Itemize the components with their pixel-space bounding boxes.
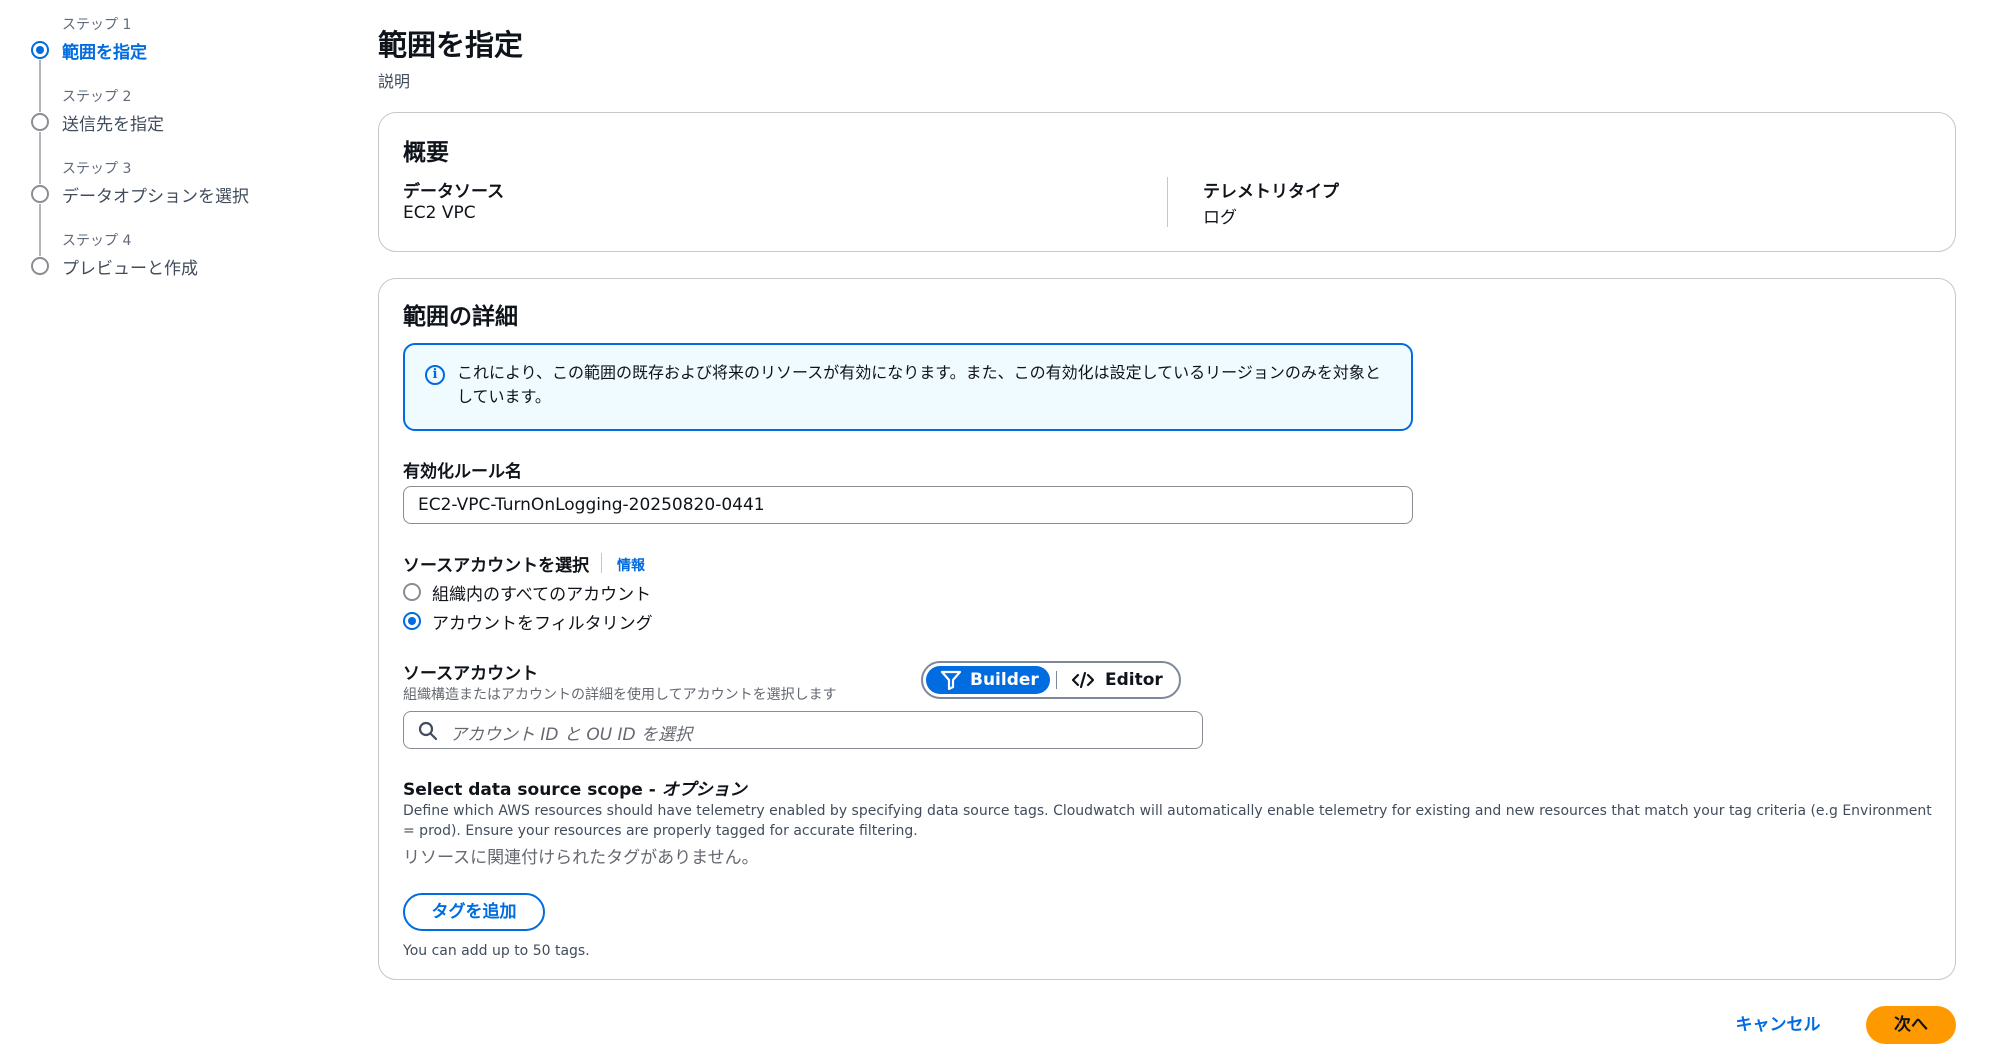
search-placeholder: アカウント ID と OU ID を選択 <box>450 725 693 745</box>
editor-button[interactable]: Editor <box>1063 666 1175 694</box>
info-icon: i <box>425 365 445 385</box>
toggle-divider <box>1056 671 1057 689</box>
source-account-select-label: ソースアカウントを選択 <box>403 556 590 576</box>
step-connector <box>39 132 41 184</box>
step-connector <box>39 204 41 256</box>
step-active-indicator-icon <box>31 41 49 59</box>
data-scope-description: Define which AWS resources should have t… <box>403 803 1932 839</box>
info-alert-text: これにより、この範囲の既存および将来のリソースが有効になります。また、この有効化… <box>457 363 1381 406</box>
step-number: ステップ 4 <box>62 233 132 249</box>
builder-button[interactable]: Builder <box>926 666 1050 694</box>
step-title: 送信先を指定 <box>62 115 164 135</box>
column-divider <box>1167 177 1168 227</box>
search-icon <box>418 721 438 741</box>
step-title: データオプションを選択 <box>62 187 249 207</box>
tag-limit-hint: You can add up to 50 tags. <box>403 943 590 959</box>
scope-details-card: 範囲の詳細 i これにより、この範囲の既存および将来のリソースが有効になります。… <box>378 278 1956 980</box>
step-indicator-icon <box>31 185 49 203</box>
radio-all-accounts[interactable]: 組織内のすべてのアカウント <box>403 579 663 605</box>
data-source-value: EC2 VPC <box>403 203 476 223</box>
code-icon <box>1071 671 1095 689</box>
filter-icon <box>940 670 962 690</box>
radio-button-checked[interactable] <box>403 612 421 630</box>
rule-name-label: 有効化ルール名 <box>403 462 522 482</box>
info-alert: i これにより、この範囲の既存および将来のリソースが有効になります。また、この有… <box>403 343 1413 431</box>
telemetry-type-label: テレメトリタイプ <box>1203 182 1339 202</box>
page-description: 説明 <box>378 72 411 91</box>
rule-name-input[interactable]: EC2-VPC-TurnOnLogging-20250820-0441 <box>403 486 1413 524</box>
optional-label: オプション <box>661 780 747 800</box>
info-link[interactable]: 情報 <box>617 555 645 575</box>
step-indicator-icon <box>31 113 49 131</box>
radio-button[interactable] <box>403 583 421 601</box>
overview-title: 概要 <box>403 140 449 166</box>
data-source-label: データソース <box>403 182 505 202</box>
step-number: ステップ 3 <box>62 161 132 177</box>
radio-label[interactable]: 組織内のすべてのアカウント <box>432 580 651 605</box>
step-number: ステップ 1 <box>62 17 132 33</box>
overview-card: 概要 データソース EC2 VPC テレメトリタイプ ログ <box>378 112 1956 252</box>
builder-label: Builder <box>970 670 1039 690</box>
page-title: 範囲を指定 <box>378 28 524 62</box>
data-scope-title: Select data source scope - オプション <box>403 775 747 800</box>
account-search-input[interactable]: アカウント ID と OU ID を選択 <box>403 711 1203 749</box>
label-separator <box>601 553 602 573</box>
editor-label: Editor <box>1105 670 1163 690</box>
radio-filter-accounts[interactable]: アカウントをフィルタリング <box>403 608 663 634</box>
step-title[interactable]: 範囲を指定 <box>62 38 147 63</box>
step-number: ステップ 2 <box>62 89 132 105</box>
step-connector <box>39 60 41 112</box>
radio-label[interactable]: アカウントをフィルタリング <box>432 609 653 634</box>
add-tag-button[interactable]: タグを追加 <box>403 893 545 931</box>
step-title: プレビューと作成 <box>62 259 198 279</box>
scope-details-title: 範囲の詳細 <box>403 304 518 330</box>
data-scope-title-text: Select data source scope - <box>403 780 662 800</box>
source-account-description: 組織構造またはアカウントの詳細を使用してアカウントを選択します <box>403 687 837 703</box>
next-button[interactable]: 次へ <box>1866 1006 1956 1044</box>
telemetry-type-value: ログ <box>1203 208 1237 228</box>
builder-editor-toggle[interactable]: Builder Editor <box>921 661 1181 699</box>
no-tags-message: リソースに関連付けられたタグがありません。 <box>403 848 759 868</box>
cancel-button[interactable]: キャンセル <box>1728 1007 1828 1043</box>
source-account-label: ソースアカウント <box>403 664 539 684</box>
step-indicator-icon <box>31 257 49 275</box>
